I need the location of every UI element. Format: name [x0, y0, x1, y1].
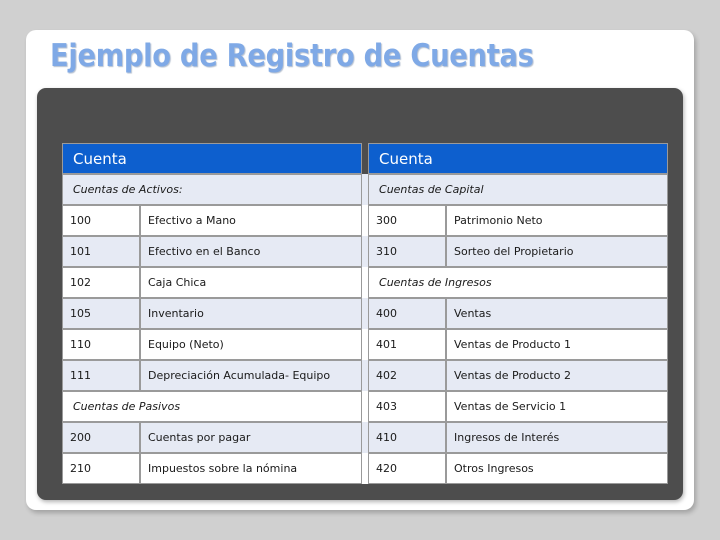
account-code-right: 401 [368, 329, 447, 360]
account-name-right: Ventas de Servicio 1 [446, 391, 669, 422]
account-code-left: 105 [62, 298, 140, 329]
account-code-right: 310 [368, 236, 447, 267]
table-row: 105 Inventario 400 Ventas [62, 298, 669, 329]
account-name-right: Ventas [446, 298, 669, 329]
table-row: 200 Cuentas por pagar 410 Ingresos de Inter… [62, 422, 669, 453]
section-label-left: Cuentas de Pasivos [62, 391, 363, 422]
slide-card: Ejemplo de Registro de Cuentas Cuenta Cu… [26, 30, 694, 510]
column-header-left: Cuenta [62, 143, 363, 174]
account-name-left: Inventario [140, 298, 363, 329]
account-name-left: Cuentas por pagar [140, 422, 363, 453]
table-row: Cuentas de Pasivos 403 Ventas de Servicio … [62, 391, 669, 422]
table-row: 101 Efectivo en el Banco 310 Sorteo del Pro… [62, 236, 669, 267]
content-panel: Cuenta Cuenta Cuentas de Activos: Cuentas… [37, 88, 683, 500]
account-code-right: 400 [368, 298, 447, 329]
table-row: 210 Impuestos sobre la nómina 420 Otros Ing… [62, 453, 669, 484]
account-name-left: Efectivo a Mano [140, 205, 363, 236]
account-name-right: Patrimonio Neto [446, 205, 669, 236]
table-head: Cuenta Cuenta [62, 143, 669, 174]
column-header-right: Cuenta [368, 143, 669, 174]
table-row: 102 Caja Chica Cuentas de Ingresos [62, 267, 669, 298]
table-header-row: Cuenta Cuenta [62, 143, 669, 174]
page-title: Ejemplo de Registro de Cuentas [50, 38, 534, 74]
account-code-right: 420 [368, 453, 447, 484]
account-code-left: 200 [62, 422, 140, 453]
account-code-right: 403 [368, 391, 447, 422]
account-code-left: 110 [62, 329, 140, 360]
account-code-right: 410 [368, 422, 447, 453]
account-name-right: Otros Ingresos [446, 453, 669, 484]
account-name-right: Ventas de Producto 1 [446, 329, 669, 360]
account-name-left: Equipo (Neto) [140, 329, 363, 360]
account-name-right: Sorteo del Propietario [446, 236, 669, 267]
account-name-left: Depreciación Acumulada- Equipo [140, 360, 363, 391]
account-code-right: 402 [368, 360, 447, 391]
section-label-left: Cuentas de Activos: [62, 174, 363, 205]
table-row: 100 Efectivo a Mano 300 Patrimonio Neto [62, 205, 669, 236]
account-name-left: Impuestos sobre la nómina [140, 453, 363, 484]
account-code-left: 100 [62, 205, 140, 236]
account-name-right: Ventas de Producto 2 [446, 360, 669, 391]
table-row: 111 Depreciación Acumulada- Equipo 402 Vent… [62, 360, 669, 391]
account-code-left: 102 [62, 267, 140, 298]
section-label-right: Cuentas de Capital [368, 174, 669, 205]
table-row: 110 Equipo (Neto) 401 Ventas de Producto 1 [62, 329, 669, 360]
account-code-left: 101 [62, 236, 140, 267]
account-code-left: 111 [62, 360, 140, 391]
account-name-right: Ingresos de Interés [446, 422, 669, 453]
table-body: Cuentas de Activos: Cuentas de Capital 100… [62, 174, 669, 484]
account-code-right: 300 [368, 205, 447, 236]
accounts-table: Cuenta Cuenta Cuentas de Activos: Cuentas… [62, 143, 669, 484]
table-row: Cuentas de Activos: Cuentas de Capital [62, 174, 669, 205]
account-name-left: Efectivo en el Banco [140, 236, 363, 267]
account-code-left: 210 [62, 453, 140, 484]
section-label-right: Cuentas de Ingresos [368, 267, 669, 298]
account-name-left: Caja Chica [140, 267, 363, 298]
